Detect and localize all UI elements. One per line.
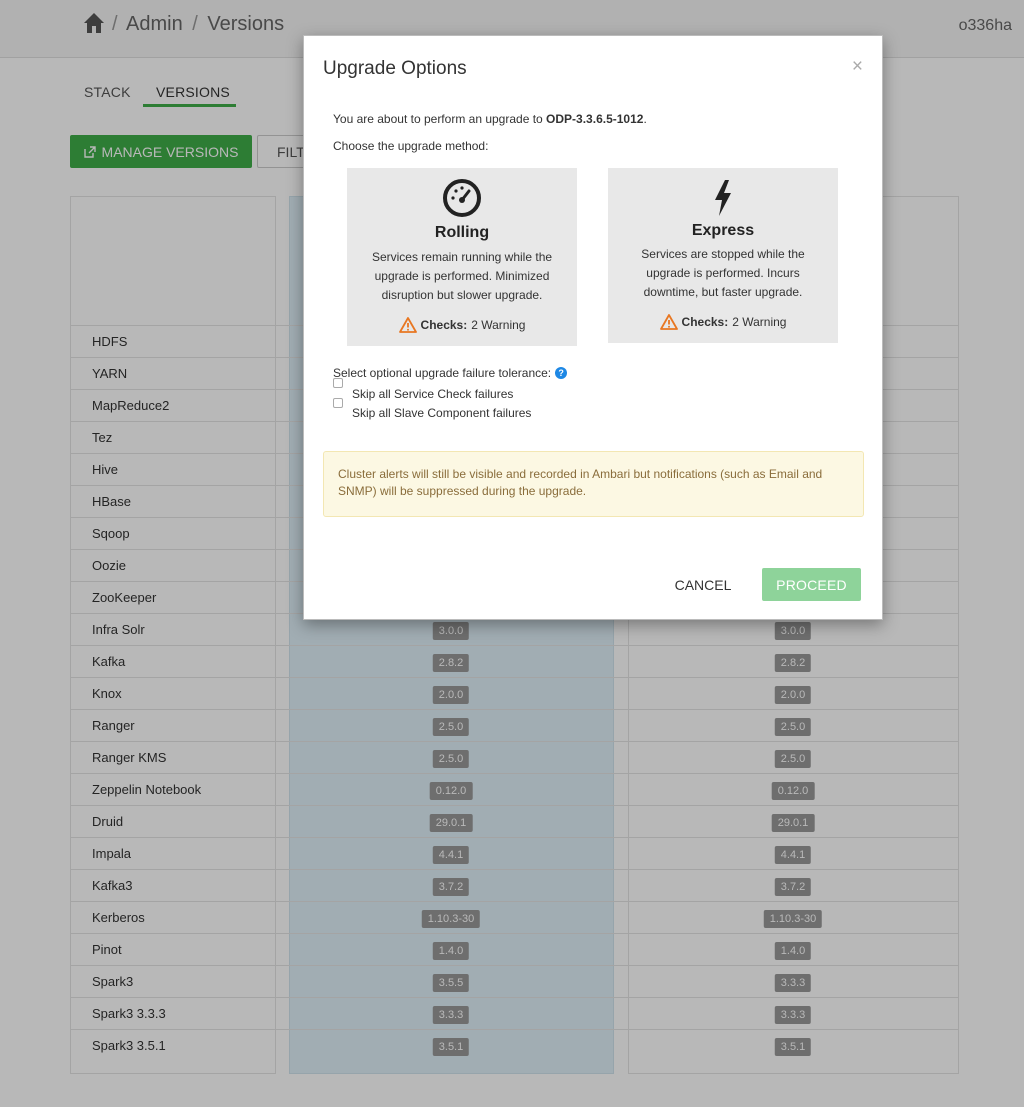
express-description: Services are stopped while the upgrade i… (641, 247, 805, 299)
warning-triangle-icon (398, 317, 417, 333)
express-checks-label: Checks: (681, 315, 729, 329)
help-circle-icon[interactable]: ? (555, 367, 568, 379)
gauge-icon (443, 179, 481, 217)
express-title: Express (691, 222, 755, 239)
rolling-checks-label: Checks: (420, 318, 468, 332)
intro-text: You are about to perform an upgrade to (333, 112, 547, 126)
intro-suffix: . (643, 112, 647, 126)
close-icon[interactable]: × (852, 57, 863, 77)
express-checks-value: 2 Warning (732, 315, 787, 329)
rolling-description: Services remain running while the upgrad… (371, 250, 553, 302)
failure-tolerance-label: Select optional upgrade failure toleranc… (333, 366, 568, 380)
cancel-button[interactable]: CANCEL (668, 569, 738, 601)
rolling-upgrade-option[interactable]: Rolling Services remain running while th… (347, 168, 577, 346)
rolling-checks-value: 2 Warning (471, 318, 526, 332)
notification-alert: Cluster alerts will still be visible and… (323, 451, 864, 517)
upgrade-options-modal: Upgrade Options × You are about to perfo… (303, 35, 883, 620)
express-checks[interactable]: Checks: 2 Warning (608, 314, 838, 330)
proceed-button[interactable]: PROCEED (762, 568, 861, 601)
rolling-title: Rolling (434, 224, 490, 241)
skip-slave-component-label[interactable]: Skip all Slave Component failures (352, 406, 531, 420)
skip-service-check-label[interactable]: Skip all Service Check failures (352, 387, 513, 401)
modal-title: Upgrade Options (323, 58, 467, 79)
skip-service-check-checkbox[interactable] (333, 378, 343, 388)
upgrade-intro: You are about to perform an upgrade to O… (333, 112, 647, 126)
warning-triangle-icon (659, 314, 678, 330)
express-upgrade-option[interactable]: Express Services are stopped while the u… (608, 168, 838, 343)
target-version: ODP-3.3.6.5-1012 (546, 112, 644, 126)
failure-tolerance-text: Select optional upgrade failure toleranc… (333, 366, 552, 380)
choose-method-label: Choose the upgrade method: (333, 139, 489, 153)
rolling-checks[interactable]: Checks: 2 Warning (347, 317, 577, 333)
skip-slave-component-checkbox[interactable] (333, 398, 343, 408)
lightning-icon (715, 180, 731, 216)
